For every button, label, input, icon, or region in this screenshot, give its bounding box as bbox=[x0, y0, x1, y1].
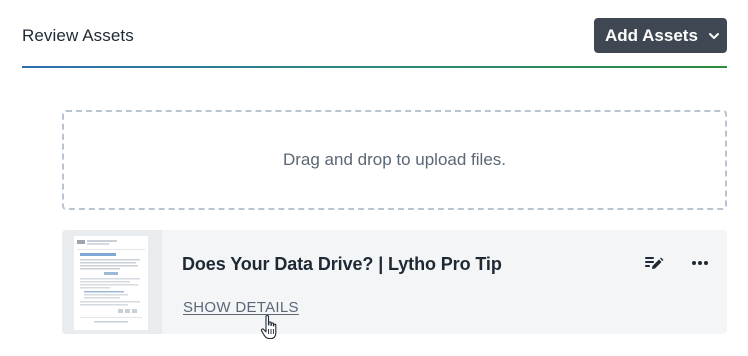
show-details-link[interactable]: SHOW DETAILS bbox=[183, 299, 299, 316]
add-assets-label: Add Assets bbox=[605, 25, 698, 45]
edit-notes-icon[interactable] bbox=[643, 252, 665, 274]
page-title: Review Assets bbox=[22, 26, 134, 45]
asset-card[interactable]: Does Your Data Drive? | Lytho Pro Tip SH… bbox=[62, 230, 727, 334]
asset-thumbnail bbox=[74, 236, 148, 330]
asset-thumbnail-frame[interactable] bbox=[62, 230, 162, 334]
asset-title[interactable]: Does Your Data Drive? | Lytho Pro Tip bbox=[182, 254, 502, 275]
dropzone-text: Drag and drop to upload files. bbox=[282, 150, 507, 169]
upload-dropzone[interactable]: Drag and drop to upload files. bbox=[62, 110, 727, 210]
add-assets-button[interactable]: Add Assets bbox=[594, 18, 727, 53]
more-horizontal-icon[interactable] bbox=[689, 252, 711, 274]
header-divider bbox=[22, 66, 727, 68]
chevron-down-icon bbox=[708, 30, 720, 42]
hand-pointer-icon bbox=[260, 314, 280, 342]
